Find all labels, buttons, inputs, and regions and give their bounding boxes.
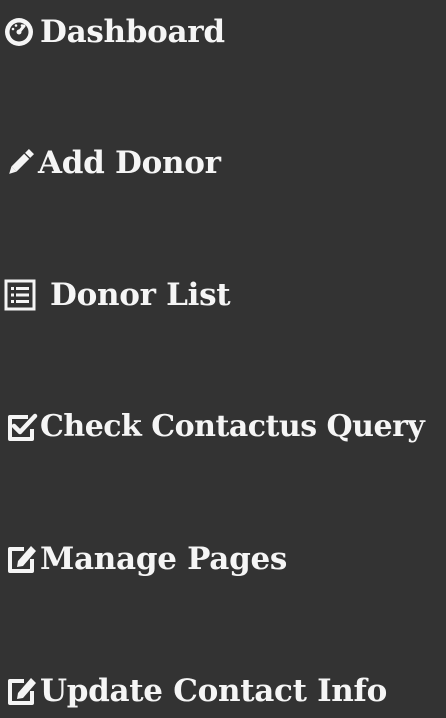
sidebar-item-check-contactus-query[interactable]: Check Contactus Query — [0, 405, 425, 449]
sidebar-item-add-donor[interactable]: Add Donor — [0, 141, 221, 185]
sidebar-item-dashboard[interactable]: Dashboard — [0, 10, 225, 54]
sidebar-item-label: Check Contactus Query — [40, 409, 425, 444]
check-square-icon — [0, 405, 40, 449]
sidebar-item-manage-pages[interactable]: Manage Pages — [0, 537, 287, 581]
dashboard-gauge-icon — [0, 10, 40, 54]
sidebar-item-update-contact-info[interactable]: Update Contact Info — [0, 669, 387, 713]
pencil-icon — [0, 141, 38, 185]
sidebar-item-donor-list[interactable]: Donor List — [0, 273, 231, 317]
sidebar-item-label: Manage Pages — [40, 541, 288, 577]
sidebar-item-label: Add Donor — [38, 145, 221, 181]
edit-square-icon — [0, 669, 40, 713]
sidebar-item-label: Donor List — [50, 277, 231, 313]
list-icon — [0, 273, 40, 317]
sidebar-item-label: Dashboard — [40, 14, 225, 50]
sidebar-item-label: Update Contact Info — [40, 673, 387, 709]
sidebar-menu: Dashboard Add Donor Donor List Check Con… — [0, 0, 446, 718]
edit-square-icon — [0, 537, 40, 581]
